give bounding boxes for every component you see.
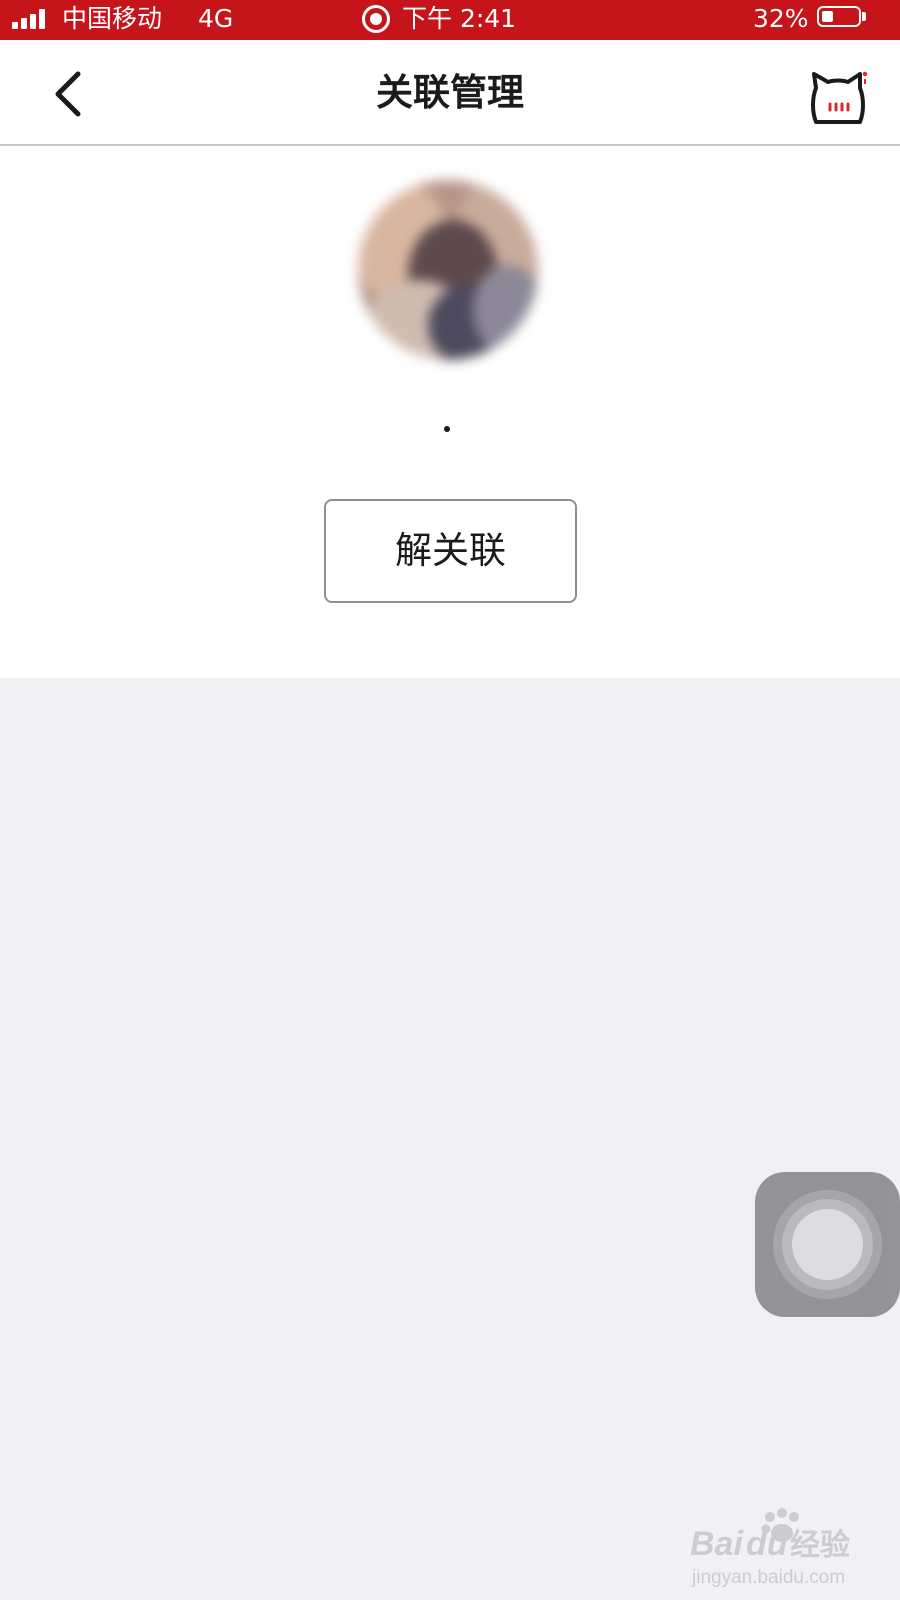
battery-cap xyxy=(862,12,866,21)
unlink-button[interactable]: 解关联 xyxy=(324,499,577,603)
signal-strength-icon xyxy=(12,9,50,29)
svg-text:jingyan.baidu.com: jingyan.baidu.com xyxy=(691,1567,845,1588)
svg-text:经验: 经验 xyxy=(790,1528,850,1563)
network-type: 4G xyxy=(198,4,234,33)
back-button[interactable] xyxy=(42,66,98,122)
status-time: 下午 2:41 xyxy=(402,4,517,33)
navigation-bar: 关联管理 xyxy=(0,40,900,146)
chevron-left-icon xyxy=(55,71,81,117)
battery-percentage: 32% xyxy=(753,4,809,33)
cat-face-icon xyxy=(811,71,868,124)
assistive-touch-core xyxy=(792,1209,863,1280)
svg-text:Bai: Bai xyxy=(690,1525,744,1563)
assistive-touch-button[interactable] xyxy=(755,1172,900,1317)
baidu-paw-logo: Bai du 经验 jingyan.baidu.com xyxy=(690,1508,850,1588)
account-name xyxy=(444,426,450,432)
baidu-jingyan-watermark: Bai du 经验 jingyan.baidu.com xyxy=(690,1503,890,1593)
carrier-name: 中国移动 xyxy=(62,4,163,33)
battery-level xyxy=(822,11,833,22)
cat-service-button[interactable] xyxy=(808,68,868,128)
account-card: 解关联 xyxy=(0,146,900,678)
battery-icon xyxy=(817,6,861,27)
status-bar: 中国移动 4G 下午 2:41 32% xyxy=(0,0,900,40)
svg-text:du: du xyxy=(746,1525,788,1563)
avatar xyxy=(358,180,538,360)
page-title: 关联管理 xyxy=(376,71,524,114)
screen-recording-icon xyxy=(362,5,390,33)
